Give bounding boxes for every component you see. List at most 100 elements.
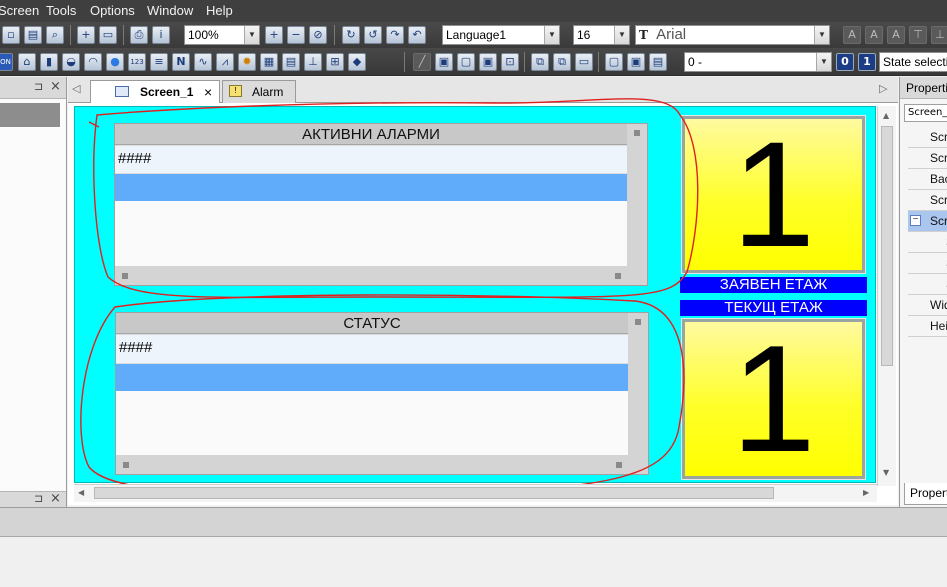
state-selection-label: State selection <box>883 55 947 69</box>
zoom-select[interactable]: 100% ▼ <box>184 25 260 45</box>
send-back-icon[interactable]: ⧉ <box>553 53 571 71</box>
rectangle-icon[interactable]: ▣ <box>435 53 453 71</box>
pin-icon[interactable]: ⊐ <box>34 80 43 93</box>
button-icon[interactable]: ▮ <box>40 53 58 71</box>
graph-icon[interactable]: ⩘ <box>216 53 234 71</box>
menu-screen[interactable]: Screen <box>0 3 39 18</box>
tab-screen-1[interactable]: Screen_1 × <box>90 80 220 104</box>
paste-style-icon[interactable]: ▣ <box>627 53 645 71</box>
numeric-icon[interactable]: 123 <box>128 53 146 71</box>
align-left-icon[interactable]: A <box>843 26 861 44</box>
tab-alarm[interactable]: ! Alarm <box>222 80 296 103</box>
redo-icon[interactable]: ↷ <box>386 26 404 44</box>
screen-canvas[interactable]: АКТИВНИ АЛАРМИ #### СТАТУС #### 1 ЗАЯВЕН… <box>74 98 876 495</box>
line-icon[interactable]: ╱ <box>413 53 431 71</box>
close-icon[interactable]: × <box>50 491 61 506</box>
document-tabs: ◁ Screen_1 × ! Alarm ▷ <box>68 77 898 104</box>
menu-options[interactable]: Options <box>90 3 135 18</box>
font-name-select[interactable]: T Arial ▼ <box>635 25 830 45</box>
align-right-icon[interactable]: A <box>887 26 905 44</box>
ungroup-icon[interactable]: ⊡ <box>501 53 519 71</box>
add-object-icon[interactable]: ⊞ <box>326 53 344 71</box>
chevron-down-icon[interactable]: ▼ <box>614 26 629 44</box>
zoom-out-icon[interactable]: − <box>287 26 305 44</box>
bit-lamp-icon[interactable]: ON <box>0 53 13 71</box>
property-row[interactable]: Scre <box>908 127 947 148</box>
property-row[interactable]: Scre <box>908 190 947 211</box>
state-selection-field[interactable]: State selection <box>879 52 947 72</box>
zoom-in-icon[interactable]: + <box>265 26 283 44</box>
copy-style-icon[interactable]: ▢ <box>605 53 623 71</box>
alarm-icon[interactable]: ✹ <box>238 53 256 71</box>
property-row-selected[interactable]: − Scre <box>908 211 947 232</box>
property-row[interactable]: Bac <box>908 169 947 190</box>
paste-icon[interactable]: ▤ <box>24 26 42 44</box>
property-row[interactable]: Wid <box>908 295 947 316</box>
close-tab-icon[interactable]: × <box>204 82 212 103</box>
screen-icon[interactable]: ▭ <box>99 26 117 44</box>
property-row[interactable]: Scre <box>908 148 947 169</box>
group-icon[interactable]: ▣ <box>479 53 497 71</box>
align-top-icon[interactable]: ⊤ <box>909 26 927 44</box>
align-middle-icon[interactable]: ⊥ <box>931 26 947 44</box>
frame-icon[interactable]: ▢ <box>457 53 475 71</box>
print-icon[interactable]: ⎙ <box>130 26 148 44</box>
indicator-icon[interactable]: ● <box>106 53 124 71</box>
keypad-icon[interactable]: ▦ <box>260 53 278 71</box>
state-select[interactable]: 0 - ▼ <box>684 52 832 72</box>
editor-hscrollbar[interactable]: ◀ ▶ <box>74 484 877 502</box>
close-icon[interactable]: × <box>50 79 61 94</box>
align-center-icon[interactable]: A <box>865 26 883 44</box>
toggle-icon[interactable]: ◒ <box>62 53 80 71</box>
font-size-select[interactable]: 16 ▼ <box>573 25 630 45</box>
chevron-down-icon[interactable]: ▼ <box>544 26 559 44</box>
scroll-down-icon[interactable]: ▼ <box>883 468 889 477</box>
multistate-icon[interactable]: ⌂ <box>18 53 36 71</box>
scroll-left-icon[interactable]: ◀ <box>78 488 84 497</box>
undo-icon[interactable]: ↺ <box>364 26 382 44</box>
menu-help[interactable]: Help <box>206 3 233 18</box>
bring-front-icon[interactable]: ⧉ <box>531 53 549 71</box>
chevron-down-icon[interactable]: ▼ <box>816 53 831 71</box>
scroll-right-icon[interactable]: ▶ <box>863 488 869 497</box>
language-value: Language1 <box>446 28 507 42</box>
table-icon[interactable]: ▤ <box>282 53 300 71</box>
property-row[interactable]: S <box>908 274 947 295</box>
text-list-icon[interactable]: ≡ <box>150 53 168 71</box>
new-icon[interactable]: ▫ <box>2 26 20 44</box>
zoom-fit-icon[interactable]: ⊘ <box>309 26 327 44</box>
pin-icon[interactable]: ⊥ <box>304 53 322 71</box>
tree-selected-item[interactable] <box>0 103 60 127</box>
menu-window[interactable]: Window <box>147 3 193 18</box>
chevron-down-icon[interactable]: ▼ <box>244 26 259 44</box>
language-select[interactable]: Language1 ▼ <box>442 25 560 45</box>
properties-footer-tab[interactable]: Properties <box>904 483 947 505</box>
property-row[interactable]: S <box>908 232 947 253</box>
pin-icon[interactable]: ⊐ <box>34 492 43 505</box>
editor-vscrollbar[interactable]: ▲ ▼ <box>877 106 896 486</box>
same-size-icon[interactable]: ▭ <box>575 53 593 71</box>
editor-vscroll-thumb[interactable] <box>881 126 893 366</box>
scroll-up-icon[interactable]: ▲ <box>883 111 889 120</box>
editor-hscroll-thumb[interactable] <box>94 487 774 499</box>
state-1-button[interactable]: 1 <box>858 53 876 71</box>
collapse-icon[interactable]: − <box>910 215 921 226</box>
menu-tools[interactable]: Tools <box>46 3 76 18</box>
trend-icon[interactable]: ∿ <box>194 53 212 71</box>
info-icon[interactable]: i <box>152 26 170 44</box>
property-row[interactable]: S <box>908 253 947 274</box>
undo-history-icon[interactable]: ↶ <box>408 26 426 44</box>
tab-scroll-right-icon[interactable]: ▷ <box>879 82 887 95</box>
properties-object-select[interactable]: Screen_1 <box>904 104 947 122</box>
add-screen-icon[interactable]: + <box>77 26 95 44</box>
state-0-button[interactable]: 0 <box>836 53 854 71</box>
chevron-down-icon[interactable]: ▼ <box>814 26 829 44</box>
lock-icon[interactable]: ▤ <box>649 53 667 71</box>
find-icon[interactable]: ⌕ <box>46 26 64 44</box>
layer-icon[interactable]: ◆ <box>348 53 366 71</box>
slider-icon[interactable]: ◠ <box>84 53 102 71</box>
numeric-input-icon[interactable]: N <box>172 53 190 71</box>
refresh-icon[interactable]: ↻ <box>342 26 360 44</box>
property-row[interactable]: Hei <box>908 316 947 337</box>
tab-scroll-left-icon[interactable]: ◁ <box>72 82 80 95</box>
